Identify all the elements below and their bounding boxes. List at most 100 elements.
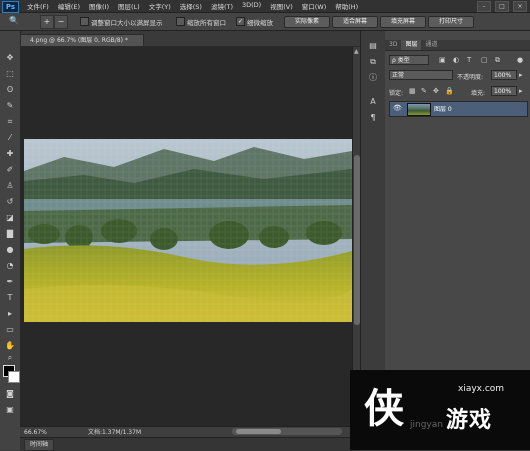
horizontal-scrollbar[interactable]: [232, 428, 342, 435]
paragraph-panel-icon[interactable]: ¶: [367, 113, 379, 123]
hand-tool-icon[interactable]: ✋: [4, 341, 16, 351]
menu-3d[interactable]: 3D(D): [242, 1, 261, 11]
zoom-in-icon[interactable]: +: [40, 15, 54, 29]
gradient-tool-icon[interactable]: ▇: [4, 229, 16, 239]
lock-position-icon[interactable]: ✥: [433, 87, 439, 95]
maximize-button[interactable]: □: [495, 1, 509, 12]
layer-filter-kind[interactable]: ρ 类型: [389, 55, 429, 65]
fill-input[interactable]: 100%: [491, 86, 517, 96]
timeline-tab[interactable]: 时间轴: [24, 439, 55, 451]
background-color-swatch[interactable]: [8, 371, 20, 383]
scrubby-zoom-checkbox[interactable]: ✓: [236, 17, 245, 26]
tab-3d[interactable]: 3D: [385, 40, 401, 50]
scrubby-zoom-option[interactable]: ✓ 细微缩放: [236, 16, 273, 27]
menu-window[interactable]: 窗口(W): [302, 1, 327, 11]
filter-smart-object-icon[interactable]: ⧉: [495, 56, 500, 65]
brush-tool-icon[interactable]: ✐: [4, 165, 16, 175]
path-select-tool-icon[interactable]: ▸: [4, 309, 16, 319]
zoom-tool-icon-small[interactable]: ⌕: [4, 353, 16, 363]
pen-tool-icon[interactable]: ✒: [4, 277, 16, 287]
tab-channels[interactable]: 通道: [421, 40, 441, 50]
watermark-logo-text: 游戏: [446, 408, 493, 433]
lock-image-icon[interactable]: ✎: [421, 87, 427, 95]
lock-all-icon[interactable]: 🔒: [445, 87, 454, 95]
print-size-button[interactable]: 打印尺寸: [428, 16, 474, 28]
menu-view[interactable]: 视图(V): [270, 1, 293, 11]
rectangle-tool-icon[interactable]: ▭: [4, 325, 16, 335]
crop-tool-icon[interactable]: ⌗: [4, 117, 16, 127]
zoom-all-windows-option[interactable]: 缩放所有窗口: [176, 16, 226, 27]
move-tool-icon[interactable]: ✥: [4, 53, 16, 63]
fit-screen-button[interactable]: 适合屏幕: [332, 16, 378, 28]
type-tool-icon[interactable]: T: [4, 293, 16, 303]
minimize-button[interactable]: –: [477, 1, 491, 12]
document-tab[interactable]: 4.png @ 66.7% (图层 0, RGB/8) *: [20, 34, 144, 46]
marquee-tool-icon[interactable]: ⬚: [4, 69, 16, 79]
tab-layers[interactable]: 图层: [401, 40, 422, 50]
panel-tabs: 3D 图层 通道: [385, 40, 530, 51]
zoom-all-windows-label: 缩放所有窗口: [187, 18, 226, 27]
character-panel-icon[interactable]: A: [367, 97, 379, 107]
clone-stamp-tool-icon[interactable]: ♙: [4, 181, 16, 191]
close-button[interactable]: ×: [513, 1, 527, 12]
menu-file[interactable]: 文件(F): [27, 1, 49, 11]
menu-filter[interactable]: 滤镜(T): [211, 1, 233, 11]
filter-adjustment-icon[interactable]: ◐: [453, 56, 459, 64]
layer-row[interactable]: 👁 图层 0: [389, 101, 528, 117]
quick-select-tool-icon[interactable]: ✎: [4, 101, 16, 111]
resize-windows-option[interactable]: 调整窗口大小以满屏显示: [80, 16, 163, 27]
lock-transparent-icon[interactable]: ▦: [409, 87, 416, 95]
zoom-all-windows-checkbox[interactable]: [176, 17, 185, 26]
canvas-image[interactable]: [24, 139, 352, 322]
filter-type-icon[interactable]: T: [467, 56, 471, 64]
menu-items: 文件(F) 编辑(E) 图像(I) 图层(L) 文字(Y) 选择(S) 滤镜(T…: [27, 1, 358, 11]
fill-label: 填充:: [471, 90, 486, 97]
menu-help[interactable]: 帮助(H): [335, 1, 358, 11]
resize-windows-checkbox[interactable]: [80, 17, 89, 26]
scroll-up-icon[interactable]: ▲: [354, 48, 359, 55]
properties-panel-icon[interactable]: ⧉: [367, 57, 379, 67]
filter-shape-icon[interactable]: ▢: [481, 56, 488, 64]
fill-dropdown-icon[interactable]: ▸: [519, 87, 523, 95]
watermark-logo-char: 侠: [364, 386, 404, 432]
menu-select[interactable]: 选择(S): [180, 1, 202, 11]
layer-name[interactable]: 图层 0: [434, 104, 452, 113]
visibility-eye-icon[interactable]: 👁: [393, 104, 402, 112]
resize-windows-label: 调整窗口大小以满屏显示: [91, 18, 163, 27]
quick-mask-icon[interactable]: ◙: [4, 389, 16, 399]
screen-mode-icon[interactable]: ▣: [4, 405, 16, 415]
fill-screen-button[interactable]: 填充屏幕: [380, 16, 426, 28]
eraser-tool-icon[interactable]: ◪: [4, 213, 16, 223]
zoom-out-icon[interactable]: −: [54, 15, 68, 29]
info-panel-icon[interactable]: ⓘ: [367, 73, 379, 83]
opacity-label: 不透明度:: [457, 74, 484, 81]
opacity-dropdown-icon[interactable]: ▸: [519, 71, 523, 79]
options-bar: 🔍 + − 调整窗口大小以满屏显示 缩放所有窗口 ✓ 细微缩放 实际像素 适合屏…: [0, 13, 530, 31]
history-brush-tool-icon[interactable]: ↺: [4, 197, 16, 207]
landscape-photo: [24, 139, 352, 322]
filter-pixel-icon[interactable]: ▣: [439, 56, 446, 64]
eyedropper-tool-icon[interactable]: ⁄: [4, 133, 16, 143]
opacity-input[interactable]: 100%: [491, 70, 517, 80]
menu-type[interactable]: 文字(Y): [149, 1, 171, 11]
filter-toggle-icon[interactable]: ●: [517, 56, 523, 64]
dodge-tool-icon[interactable]: ◔: [4, 261, 16, 271]
menu-edit[interactable]: 编辑(E): [58, 1, 80, 11]
layer-thumbnail: [407, 103, 431, 116]
lasso-tool-icon[interactable]: ʘ: [4, 85, 16, 95]
healing-brush-tool-icon[interactable]: ✚: [4, 149, 16, 159]
lock-label: 锁定:: [389, 90, 404, 97]
actual-pixels-button[interactable]: 实际像素: [284, 16, 330, 28]
photoshop-logo: Ps: [2, 1, 19, 13]
menu-bar: Ps 文件(F) 编辑(E) 图像(I) 图层(L) 文字(Y) 选择(S) 滤…: [0, 0, 530, 13]
menu-layer[interactable]: 图层(L): [118, 1, 140, 11]
tools-panel: ✥ ⬚ ʘ ✎ ⌗ ⁄ ✚ ✐ ♙ ↺ ◪ ▇ ● ◔ ✒ T ▸ ▭ ✋ ⌕ …: [0, 31, 21, 450]
blend-mode-select[interactable]: 正常: [389, 70, 453, 80]
history-panel-icon[interactable]: ▤: [367, 41, 379, 51]
watermark-overlay: xiayx.com 侠 游戏 jingyan: [350, 370, 530, 450]
menu-image[interactable]: 图像(I): [89, 1, 109, 11]
zoom-tool-icon[interactable]: 🔍: [8, 15, 20, 27]
watermark-faint-text: jingyan: [410, 420, 443, 430]
horizontal-scroll-thumb[interactable]: [236, 429, 281, 434]
blur-tool-icon[interactable]: ●: [4, 245, 16, 255]
